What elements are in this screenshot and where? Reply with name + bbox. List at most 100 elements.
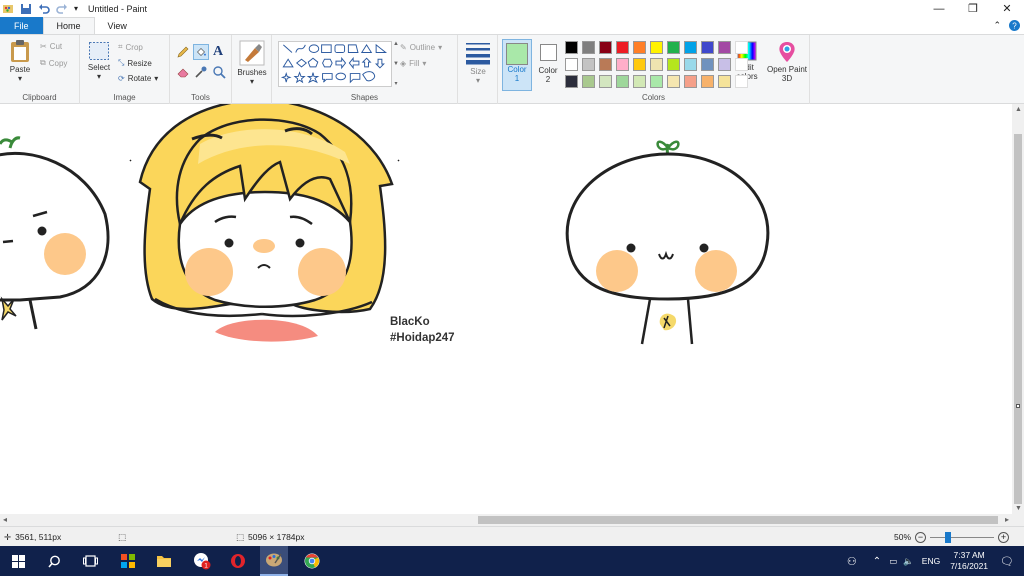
zoom-out-button[interactable]: − bbox=[915, 531, 927, 543]
taskbar-messenger[interactable]: 1 bbox=[190, 551, 214, 571]
outline-button[interactable]: ✎ Outline ▾ bbox=[400, 43, 442, 52]
palette-swatch[interactable] bbox=[667, 75, 680, 88]
fill-bucket-icon[interactable] bbox=[193, 44, 209, 60]
vertical-scroll-thumb[interactable] bbox=[1014, 134, 1022, 504]
palette-swatch[interactable] bbox=[650, 58, 663, 71]
pencil-icon[interactable] bbox=[176, 45, 190, 59]
scroll-right-icon[interactable]: ▸ bbox=[1005, 515, 1009, 524]
close-button[interactable]: ✕ bbox=[990, 0, 1024, 17]
customize-qa-icon[interactable]: ▾ bbox=[74, 4, 78, 13]
paste-button[interactable]: Paste ▾ bbox=[6, 39, 34, 83]
palette-swatch[interactable] bbox=[599, 75, 612, 88]
taskbar-file-explorer[interactable] bbox=[152, 551, 176, 571]
palette-swatch[interactable] bbox=[667, 41, 680, 54]
fill-button[interactable]: ◈ Fill ▾ bbox=[400, 59, 426, 68]
more-icon[interactable]: ▾ bbox=[394, 80, 397, 87]
taskbar-chrome[interactable] bbox=[300, 551, 324, 571]
horizontal-scroll-thumb[interactable] bbox=[478, 516, 998, 524]
tab-file[interactable]: File bbox=[0, 17, 43, 34]
palette-swatch[interactable] bbox=[650, 41, 663, 54]
tab-home[interactable]: Home bbox=[42, 17, 95, 34]
palette-swatch[interactable] bbox=[718, 41, 731, 54]
chevron-down-icon[interactable]: ▼ bbox=[393, 61, 399, 67]
color1-button[interactable]: Color 1 bbox=[502, 39, 532, 91]
scroll-down-icon[interactable]: ▼ bbox=[1015, 505, 1022, 512]
taskbar-paint[interactable] bbox=[260, 546, 288, 576]
notifications-icon[interactable]: 🗨 bbox=[1000, 555, 1014, 568]
start-button[interactable] bbox=[6, 551, 30, 571]
select-button[interactable]: Select ▾ bbox=[86, 41, 112, 81]
palette-swatch[interactable] bbox=[701, 75, 714, 88]
palette-swatch[interactable] bbox=[701, 58, 714, 71]
canvas-resize-handle[interactable] bbox=[1016, 404, 1020, 408]
taskbar-app-store[interactable] bbox=[116, 551, 140, 571]
restore-button[interactable]: ❐ bbox=[956, 0, 990, 17]
canvas-workspace[interactable]: BlacKo #Hoidap247 bbox=[0, 104, 1012, 514]
zoom-slider-thumb[interactable] bbox=[945, 531, 952, 543]
search-button[interactable] bbox=[42, 551, 66, 571]
zoom-in-button[interactable]: + bbox=[998, 531, 1010, 543]
palette-swatch[interactable] bbox=[701, 41, 714, 54]
shapes-gallery[interactable] bbox=[278, 41, 392, 87]
palette-swatch[interactable] bbox=[582, 75, 595, 88]
collapse-ribbon-icon[interactable]: ⌃ bbox=[993, 20, 1001, 31]
vertical-scrollbar[interactable]: ▲ ▼ bbox=[1012, 104, 1024, 514]
input-language[interactable]: ENG bbox=[922, 556, 940, 566]
palette-swatch[interactable] bbox=[582, 41, 595, 54]
palette-swatch[interactable] bbox=[684, 58, 697, 71]
taskbar-opera[interactable] bbox=[226, 551, 250, 571]
clipboard-label: Clipboard bbox=[22, 93, 57, 102]
undo-icon[interactable] bbox=[38, 3, 50, 15]
palette-swatch[interactable] bbox=[667, 58, 680, 71]
clock[interactable]: 7:37 AM 7/16/2021 bbox=[950, 550, 988, 572]
drawing-canvas[interactable] bbox=[0, 104, 1012, 514]
save-icon[interactable] bbox=[20, 3, 32, 15]
palette-swatch[interactable] bbox=[718, 58, 731, 71]
text-tool-icon[interactable]: A bbox=[213, 44, 223, 60]
chevron-up-icon[interactable]: ▲ bbox=[393, 41, 399, 47]
horizontal-scrollbar[interactable]: ◂ ▸ bbox=[0, 514, 1012, 526]
color-picker-icon[interactable] bbox=[194, 65, 208, 79]
help-icon[interactable]: ? bbox=[1009, 20, 1020, 31]
palette-swatch[interactable] bbox=[565, 58, 578, 71]
color2-button[interactable]: Color 2 bbox=[534, 39, 562, 91]
palette-swatch[interactable] bbox=[684, 75, 697, 88]
brushes-button[interactable]: Brushes ▾ bbox=[235, 40, 269, 86]
palette-swatch[interactable] bbox=[599, 58, 612, 71]
tab-view[interactable]: View bbox=[95, 17, 140, 34]
palette-swatch[interactable] bbox=[599, 41, 612, 54]
magnifier-icon[interactable] bbox=[212, 65, 226, 79]
palette-swatch[interactable] bbox=[684, 41, 697, 54]
volume-icon[interactable]: 🔈 bbox=[903, 556, 914, 567]
open-paint3d-button[interactable]: Open Paint 3D bbox=[766, 41, 808, 83]
show-hidden-icons-button[interactable]: ⌃ bbox=[873, 556, 881, 567]
palette-swatch[interactable] bbox=[633, 58, 646, 71]
palette-swatch[interactable] bbox=[616, 75, 629, 88]
palette-swatch[interactable] bbox=[633, 41, 646, 54]
eraser-icon[interactable] bbox=[176, 65, 190, 79]
palette-swatch[interactable] bbox=[650, 75, 663, 88]
palette-swatch[interactable] bbox=[565, 75, 578, 88]
scroll-left-icon[interactable]: ◂ bbox=[3, 515, 7, 524]
crop-button[interactable]: ⌗ Crop bbox=[118, 42, 143, 52]
palette-swatch[interactable] bbox=[582, 58, 595, 71]
people-icon[interactable]: ⚇ bbox=[847, 555, 857, 568]
zoom-slider[interactable] bbox=[930, 531, 995, 543]
resize-button[interactable]: ⤡ Resize bbox=[118, 58, 152, 68]
palette-swatch[interactable] bbox=[565, 41, 578, 54]
size-button[interactable]: Size ▾ bbox=[463, 41, 493, 85]
shapes-scroll[interactable]: ▲ ▼ ▾ bbox=[392, 41, 400, 87]
zoom-controls: 50% − + bbox=[894, 527, 1010, 547]
minimize-button[interactable]: — bbox=[922, 0, 956, 17]
palette-swatch[interactable] bbox=[616, 41, 629, 54]
redo-icon[interactable] bbox=[56, 3, 68, 15]
rotate-button[interactable]: ⟳ Rotate ▾ bbox=[118, 74, 158, 83]
task-view-button[interactable] bbox=[78, 551, 102, 571]
palette-swatch[interactable] bbox=[616, 58, 629, 71]
palette-swatch[interactable] bbox=[633, 75, 646, 88]
battery-icon[interactable]: ▭ bbox=[889, 556, 897, 567]
scroll-up-icon[interactable]: ▲ bbox=[1015, 106, 1022, 113]
palette-swatch[interactable] bbox=[718, 75, 731, 88]
copy-button[interactable]: ⧉ Copy bbox=[40, 58, 67, 68]
cut-button[interactable]: ✂ Cut bbox=[40, 42, 62, 51]
